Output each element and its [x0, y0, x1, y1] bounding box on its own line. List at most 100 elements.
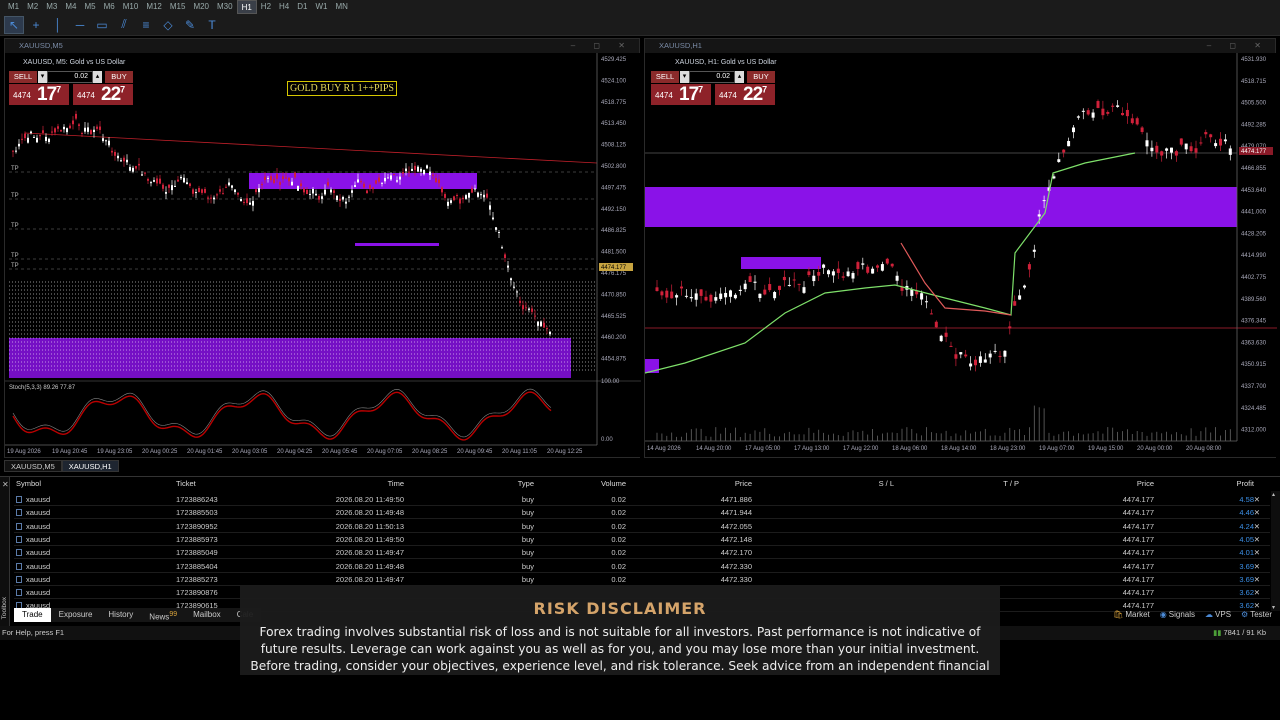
x-tick-label: 19 Aug 07:00	[1039, 446, 1075, 452]
table-row[interactable]: xauusd 1723886243 2026.08.20 11:49:50 buy 0.…	[14, 493, 1270, 506]
close-position-icon[interactable]: ✕	[1254, 562, 1260, 571]
chart-canvas[interactable]: TP TP TP TP TP Stoch(5,3,3) 89.26 77.87 4529.4…	[5, 53, 641, 457]
candle-body	[1199, 142, 1203, 144]
ask-price[interactable]: 4474 227	[73, 84, 133, 105]
table-row[interactable]: xauusd 1723885503 2026.08.20 11:49:48 buy 0.…	[14, 506, 1270, 520]
tab-signals[interactable]: ◉ Signals	[1160, 610, 1195, 619]
sell-button[interactable]: SELL	[9, 71, 37, 83]
timeframe-m1[interactable]: M1	[4, 0, 23, 14]
close-position-icon[interactable]: ✕	[1254, 548, 1260, 557]
crosshair-icon[interactable]: +	[26, 16, 46, 34]
candle-body	[276, 173, 278, 179]
sell-button[interactable]: SELL	[651, 71, 679, 83]
scroll-up-icon[interactable]: ▴	[1272, 491, 1275, 498]
table-row[interactable]: xauusd 1723885049 2026.08.20 11:49:47 buy 0.…	[14, 546, 1270, 560]
price-chart[interactable]: TP TP TP TP TP Stoch(5,3,3) 89.26 77.87 4529.4…	[5, 53, 641, 457]
close-position-icon[interactable]: ✕	[1254, 588, 1260, 597]
column-header-price[interactable]: Price	[1074, 479, 1154, 488]
cursor-icon[interactable]: ↖	[4, 15, 24, 34]
timeframe-m12[interactable]: M12	[142, 0, 166, 14]
cell-cur: 4474.177	[1122, 521, 1154, 531]
close-position-icon[interactable]: ✕	[1254, 575, 1260, 584]
tab-history[interactable]: History	[100, 608, 141, 622]
volume-decrease-button[interactable]: ▾	[38, 71, 47, 83]
table-row[interactable]: xauusd 1723885404 2026.08.20 11:49:48 buy 0.…	[14, 560, 1270, 573]
timeframe-m10[interactable]: M10	[119, 0, 143, 14]
timeframe-h4[interactable]: H4	[275, 0, 293, 14]
timeframe-h1[interactable]: H1	[236, 0, 257, 14]
volume-decrease-button[interactable]: ▾	[680, 71, 689, 83]
timeframe-h2[interactable]: H2	[257, 0, 275, 14]
candle-body	[177, 179, 179, 182]
window-controls[interactable]: – ◻ ✕	[571, 39, 633, 53]
tab-market[interactable]: 🛍 Market	[1113, 610, 1150, 619]
signal-annotation[interactable]: GOLD BUY R1 1++PIPS	[287, 81, 397, 96]
timeframe-w1[interactable]: W1	[312, 0, 332, 14]
fibonacci-icon[interactable]: ≡	[136, 16, 156, 34]
rectangle-icon[interactable]: ▭	[92, 16, 112, 34]
volume-input[interactable]: 0.02	[689, 71, 735, 83]
close-position-icon[interactable]: ✕	[1254, 495, 1260, 504]
tab-exposure[interactable]: Exposure	[51, 608, 101, 622]
column-header-volume[interactable]: Volume	[566, 479, 626, 488]
table-row[interactable]: xauusd 1723890952 2026.08.20 11:50:13 buy 0.…	[14, 520, 1270, 533]
timeframe-m5[interactable]: M5	[81, 0, 100, 14]
close-position-icon[interactable]: ✕	[1254, 535, 1260, 544]
timeframe-mn[interactable]: MN	[332, 0, 352, 14]
timeframe-m2[interactable]: M2	[23, 0, 42, 14]
close-position-icon[interactable]: ✕	[1254, 508, 1260, 517]
chart-tab[interactable]: XAUUSD,M5	[4, 460, 62, 472]
scroll-down-icon[interactable]: ▾	[1272, 604, 1275, 611]
column-header-time[interactable]: Time	[224, 479, 404, 488]
volume-increase-button[interactable]: ▴	[93, 71, 102, 83]
ask-price[interactable]: 4474 227	[715, 84, 775, 105]
buy-button[interactable]: BUY	[105, 71, 133, 83]
table-row[interactable]: xauusd 1723885973 2026.08.20 11:49:50 buy 0.…	[14, 533, 1270, 546]
candle-body	[237, 192, 239, 195]
timeframe-m6[interactable]: M6	[100, 0, 119, 14]
column-header-price[interactable]: Price	[654, 479, 752, 488]
vertical-line-icon[interactable]: │	[48, 16, 68, 34]
chart-window-h1[interactable]: XAUUSD,H1 – ◻ ✕ 4531.930 4518.715 4505.500…	[644, 38, 1277, 458]
pencil-icon[interactable]: ✎	[180, 16, 200, 34]
chart-tab[interactable]: XAUUSD,H1	[61, 460, 119, 472]
tab-mailbox[interactable]: Mailbox	[185, 608, 229, 622]
column-header-sl[interactable]: S / L	[844, 479, 894, 488]
timeframe-m3[interactable]: M3	[42, 0, 61, 14]
tab-tester[interactable]: ⚙ Tester	[1241, 610, 1272, 619]
price-chart[interactable]: 4531.9304518.7154505.5004492.2854479.070…	[644, 53, 1277, 457]
shapes-icon[interactable]: ◇	[158, 16, 178, 34]
tab-vps[interactable]: ☁ VPS	[1205, 610, 1231, 619]
volume-input[interactable]: 0.02	[47, 71, 93, 83]
timeframe-m4[interactable]: M4	[61, 0, 80, 14]
tab-label: Tester	[1250, 610, 1272, 619]
timeframe-m20[interactable]: M20	[189, 0, 213, 14]
drawing-toolbar: ↖ + │ ─ ▭ ⫽ ≡ ◇ ✎ T	[0, 14, 1280, 36]
horizontal-line-icon[interactable]: ─	[70, 16, 90, 34]
candle-body	[477, 192, 479, 197]
text-icon[interactable]: T	[202, 16, 222, 34]
cell-symbol: xauusd	[26, 534, 51, 544]
column-header-tp[interactable]: T / P	[969, 479, 1019, 488]
timeframe-m15[interactable]: M15	[166, 0, 190, 14]
column-header-type[interactable]: Type	[454, 479, 534, 488]
channel-icon[interactable]: ⫽	[114, 16, 134, 34]
chart-canvas[interactable]: 4531.9304518.7154505.5004492.2854479.070…	[644, 53, 1277, 457]
tab-news[interactable]: News99	[141, 608, 185, 622]
buy-button[interactable]: BUY	[747, 71, 775, 83]
timeframe-m30[interactable]: M30	[213, 0, 237, 14]
volume-increase-button[interactable]: ▴	[735, 71, 744, 83]
window-controls[interactable]: – ◻ ✕	[1207, 39, 1269, 53]
bid-price[interactable]: 4474 177	[651, 84, 711, 105]
timeframe-d1[interactable]: D1	[293, 0, 311, 14]
tab-trade[interactable]: Trade	[14, 608, 51, 622]
close-icon[interactable]: ✕	[2, 480, 9, 489]
close-position-icon[interactable]: ✕	[1254, 522, 1260, 531]
bid-price[interactable]: 4474 177	[9, 84, 69, 105]
table-row[interactable]: xauusd 1723885273 2026.08.20 11:49:47 buy 0.…	[14, 573, 1270, 586]
window-title-text: XAUUSD,M5	[19, 41, 63, 50]
vertical-scrollbar[interactable]: ▴ ▾	[1271, 491, 1280, 611]
column-header-profit[interactable]: Profit	[1194, 479, 1254, 488]
chart-window-m5[interactable]: XAUUSD,M5 – ◻ ✕ TP TP TP TP TP Stoch(5,3,3) 8…	[4, 38, 641, 458]
column-header-symbol[interactable]: Symbol	[16, 479, 76, 488]
